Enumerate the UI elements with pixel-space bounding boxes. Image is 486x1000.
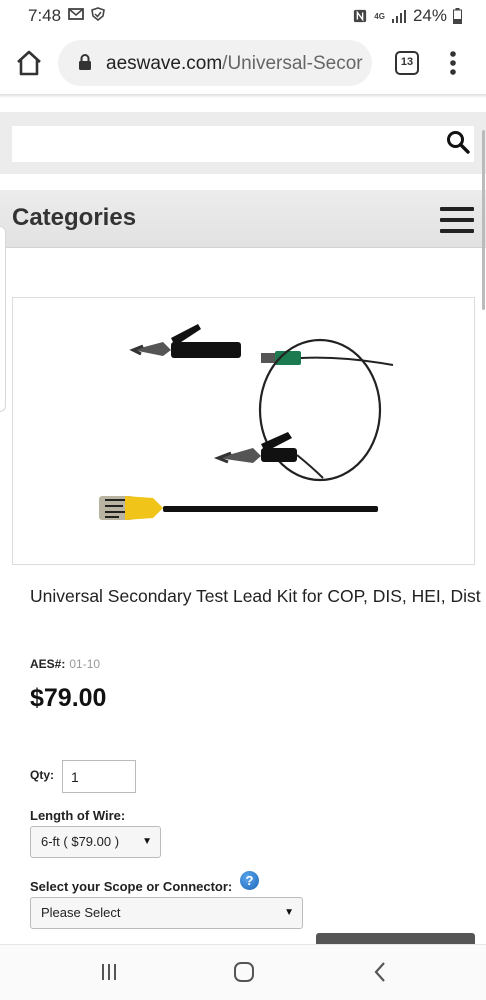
hamburger-icon[interactable] [440,207,474,233]
scrollbar[interactable] [482,130,485,310]
android-nav-bar [0,944,486,1000]
nfc-icon [354,9,367,23]
status-bar: 7:48 4G 24% [0,0,486,32]
wire-length-selected: 6-ft ( $79.00 ) [41,834,120,849]
qty-input[interactable] [62,760,136,793]
scope-label: Select your Scope or Connector: [30,879,233,894]
url-domain: aeswave.com [106,53,223,74]
network-type: 4G [374,11,385,21]
gmail-icon [68,8,84,20]
status-time: 7:48 [28,6,62,25]
search-icon[interactable] [446,130,470,154]
scope-selected: Please Select [41,905,121,920]
dropdown-arrow-icon: ▼ [142,836,152,847]
address-bar[interactable]: aeswave.com/Universal-Secor [58,40,372,86]
toolbar-shadow [0,94,486,98]
battery-icon [453,8,462,24]
test-lead-kit-photo [99,324,394,520]
url-path: /Universal-Secor [222,53,363,74]
side-drawer-handle[interactable] [0,226,6,412]
back-icon[interactable] [373,961,387,983]
search-input[interactable] [12,126,474,162]
home-circle-icon[interactable] [234,962,254,982]
shield-icon [91,7,105,21]
product-image[interactable] [12,297,475,565]
dropdown-arrow-icon: ▼ [284,907,294,918]
wire-length-label: Length of Wire: [30,808,126,823]
product-price: $79.00 [30,684,107,712]
recent-apps-icon[interactable] [100,963,118,981]
scope-select[interactable]: Please Select ▼ [30,897,303,929]
browser-toolbar: aeswave.com/Universal-Secor 13 [0,32,486,94]
search-band [0,112,486,174]
aes-value: 01-10 [69,657,101,671]
aes-label: AES#: [30,657,66,671]
wire-length-select[interactable]: 6-ft ( $79.00 ) ▼ [30,826,161,858]
product-title: Universal Secondary Test Lead Kit for CO… [30,586,481,606]
signal-icon [391,10,406,23]
categories-bar[interactable]: Categories [0,190,486,248]
aes-number: AES#: 01-10 [30,657,100,671]
battery-percent: 24% [412,6,447,25]
home-icon[interactable] [14,48,44,78]
categories-title: Categories [12,204,137,231]
more-vert-icon[interactable] [445,50,461,76]
tab-switcher-button[interactable]: 13 [395,51,419,75]
lock-icon [79,54,91,70]
help-icon[interactable]: ? [240,871,259,890]
qty-label: Qty: [30,768,54,782]
